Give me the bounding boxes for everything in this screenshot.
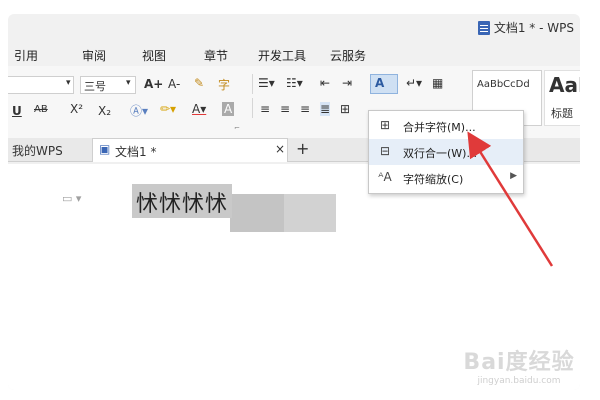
wps-window: 文档1 * - WPS 引用 审阅 视图 章节 开发工具 云服务 ▾ 三号 ▾ … — [8, 14, 580, 390]
watermark-url: jingyan.baidu.com — [477, 376, 561, 386]
red-arrow — [467, 131, 554, 267]
baidu-watermark: Bai度经验 jingyan.baidu.com — [454, 344, 580, 390]
annotation-arrow — [467, 131, 554, 267]
watermark-logo: Bai度经验 — [463, 350, 575, 375]
